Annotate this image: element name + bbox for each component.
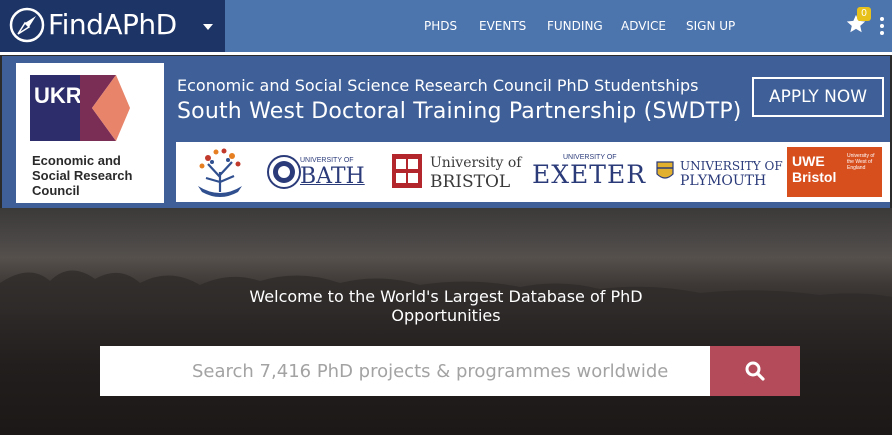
- compass-icon: [9, 7, 45, 43]
- banner-line-2: South West Doctoral Training Partnership…: [177, 99, 742, 124]
- bath-name: BATH: [300, 164, 365, 189]
- uwe-top: UWE: [792, 153, 825, 169]
- more-vert-icon[interactable]: [880, 17, 884, 38]
- bristol-crest-icon: [392, 154, 422, 188]
- search-input[interactable]: [100, 346, 711, 396]
- hero-title: Welcome to the World's Largest Database …: [0, 287, 892, 325]
- apply-now-button[interactable]: APPLY NOW: [752, 77, 884, 117]
- funder-name: Economic and Social Research Council: [32, 153, 133, 198]
- search-icon: [745, 361, 765, 381]
- swdtp-tree-logo: [198, 148, 242, 197]
- nav-events[interactable]: EVENTS: [479, 19, 526, 33]
- ukri-esrc-logo: UKRI Economic and Social Research Counci…: [16, 63, 164, 203]
- hero-title-text: Welcome to the World's Largest Database …: [249, 287, 643, 325]
- nav-advice[interactable]: ADVICE: [621, 19, 666, 33]
- exeter-name: EXETER: [532, 160, 647, 189]
- nav-sign-up[interactable]: SIGN UP: [686, 19, 735, 33]
- bristol-name: BRISTOL: [430, 172, 511, 192]
- swdtp-advert-banner[interactable]: UKRI Economic and Social Research Counci…: [2, 56, 890, 208]
- uwe-name: Bristol: [792, 169, 837, 185]
- caret-down-icon[interactable]: [203, 24, 213, 30]
- brand-name: FindAPhD: [48, 8, 177, 41]
- header-divider: [0, 52, 892, 55]
- partner-logos-strip: UNIVERSITY OF BATH University of BRISTOL…: [176, 142, 890, 202]
- uwe-small: University of the West of England: [847, 153, 875, 171]
- nav-funding[interactable]: FUNDING: [547, 19, 603, 33]
- ukri-logo-mark: UKRI: [30, 75, 130, 141]
- nav-phds[interactable]: PHDS: [424, 19, 457, 33]
- ukri-mark-text: UKRI: [34, 83, 88, 108]
- favourites-badge: 0: [857, 7, 871, 21]
- bath-top: UNIVERSITY OF: [300, 157, 354, 164]
- banner-line-1: Economic and Social Science Research Cou…: [177, 76, 699, 95]
- uwe-bristol-logo: UWE Bristol University of the West of En…: [787, 147, 882, 197]
- plymouth-name: PLYMOUTH: [680, 173, 767, 189]
- bath-crest-icon: [267, 155, 301, 189]
- search-button[interactable]: [710, 346, 800, 396]
- top-navigation-bar: FindAPhD PHDS EVENTS FUNDING ADVICE SIGN…: [0, 0, 892, 52]
- hero-section: Welcome to the World's Largest Database …: [0, 208, 892, 435]
- findaphd-logo[interactable]: FindAPhD: [0, 0, 225, 52]
- plymouth-shield-icon: [656, 161, 674, 179]
- plymouth-top: UNIVERSITY OF: [680, 159, 783, 173]
- bristol-top: University of: [430, 155, 522, 171]
